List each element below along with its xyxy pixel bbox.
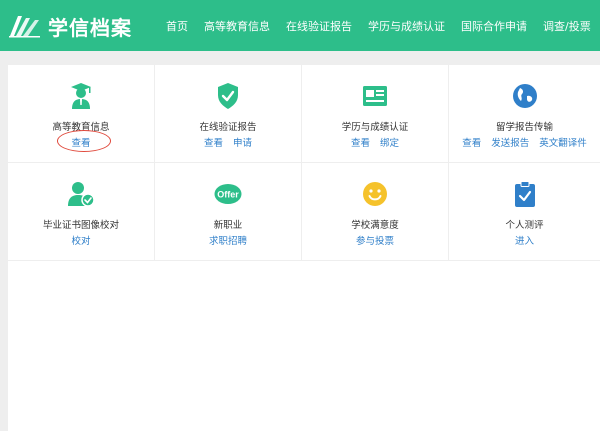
card-links: 校对 [8,233,154,247]
english-translation-link[interactable]: 英文翻译件 [539,135,587,149]
view-link[interactable]: 查看 [204,135,223,149]
card-links: 查看 申请 [155,135,301,149]
bind-link[interactable]: 绑定 [380,135,399,149]
main-panel: 高等教育信息 查看 在线验证报告 查看 申请 学历与成绩认证 查看 绑定 留学报… [8,65,600,431]
id-card-icon [302,83,448,109]
nav-higher-education[interactable]: 高等教育信息 [204,18,270,34]
check-link[interactable]: 校对 [71,233,90,247]
card-links: 查看 发送报告 英文翻译件 [449,135,600,149]
offer-badge-icon: Offer [155,181,301,207]
nav-home[interactable]: 首页 [166,18,188,34]
main-nav: 首页 高等教育信息 在线验证报告 学历与成绩认证 国际合作申请 调查/投票 职 [166,0,600,51]
nav-certification[interactable]: 学历与成绩认证 [368,18,445,34]
card-links: 查看 绑定 [302,135,448,149]
card-links: 进入 [449,233,600,247]
view-link[interactable]: 查看 [57,130,112,152]
card-personal-assessment: 个人测评 进入 [449,163,600,261]
vote-link[interactable]: 参与投票 [356,233,394,247]
logo-text: 学信档案 [48,15,132,40]
card-title: 学历与成绩认证 [341,122,409,133]
card-certification: 学历与成绩认证 查看 绑定 [302,65,449,163]
smiley-icon [302,181,448,207]
card-new-career: Offer 新职业 求职招聘 [155,163,302,261]
card-online-verification: 在线验证报告 查看 申请 [155,65,302,163]
apply-link[interactable]: 申请 [233,135,252,149]
top-header: 学信档案 首页 高等教育信息 在线验证报告 学历与成绩认证 国际合作申请 调查/… [0,0,600,51]
site-logo[interactable]: 学信档案 [8,11,132,41]
nav-international[interactable]: 国际合作申请 [461,18,527,34]
card-links: 查看 [8,130,154,152]
card-links: 求职招聘 [155,233,301,247]
book-pages-logo-icon [8,14,42,38]
shield-check-icon [155,83,301,109]
clipboard-check-icon [449,181,600,207]
card-title: 个人测评 [505,220,544,231]
job-search-link[interactable]: 求职招聘 [209,233,247,247]
card-title: 学校满意度 [351,220,399,231]
nav-online-verification[interactable]: 在线验证报告 [286,18,352,34]
nav-survey[interactable]: 调查/投票 [543,18,591,34]
card-title: 毕业证书图像校对 [42,220,119,231]
globe-icon [449,83,600,109]
card-title: 新职业 [213,220,243,231]
send-report-link[interactable]: 发送报告 [491,135,529,149]
graduate-icon [8,83,154,109]
card-diploma-image-check: 毕业证书图像校对 校对 [8,163,155,261]
view-link[interactable]: 查看 [462,135,481,149]
user-check-icon [8,181,154,207]
offer-badge-text: Offer [217,190,239,200]
service-grid: 高等教育信息 查看 在线验证报告 查看 申请 学历与成绩认证 查看 绑定 留学报… [8,65,600,261]
card-title: 留学报告传输 [495,122,553,133]
card-higher-education: 高等教育信息 查看 [8,65,155,163]
card-study-abroad-report: 留学报告传输 查看 发送报告 英文翻译件 [449,65,600,163]
enter-link[interactable]: 进入 [515,233,534,247]
card-school-satisfaction: 学校满意度 参与投票 [302,163,449,261]
view-link[interactable]: 查看 [351,135,370,149]
card-title: 在线验证报告 [199,122,257,133]
card-links: 参与投票 [302,233,448,247]
